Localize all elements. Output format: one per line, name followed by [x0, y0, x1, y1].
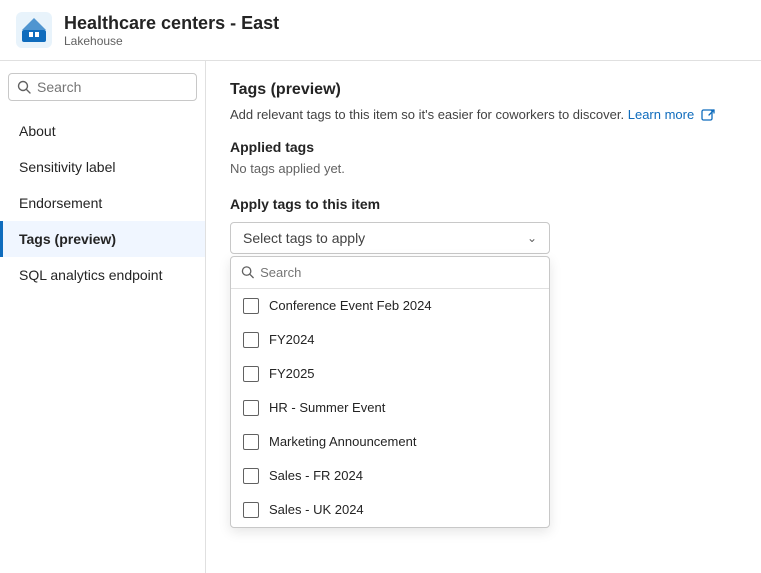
checkbox-5[interactable]	[243, 468, 259, 484]
checkbox-3[interactable]	[243, 400, 259, 416]
tags-dropdown-container: Select tags to apply ⌄ Conference Event …	[230, 222, 550, 254]
tag-label-5: Sales - FR 2024	[269, 468, 363, 483]
dropdown-list: Conference Event Feb 2024 FY2024 FY2025 HR …	[231, 289, 549, 527]
dropdown-search-icon	[241, 265, 254, 279]
sidebar-item-endorsement[interactable]: Endorsement	[0, 185, 205, 221]
checkbox-2[interactable]	[243, 366, 259, 382]
tag-label-6: Sales - UK 2024	[269, 502, 364, 517]
dropdown-item-5[interactable]: Sales - FR 2024	[231, 459, 549, 493]
page-subtitle: Lakehouse	[64, 34, 279, 48]
checkbox-1[interactable]	[243, 332, 259, 348]
external-link-icon	[701, 109, 715, 123]
dropdown-search-box[interactable]	[231, 257, 549, 289]
tag-label-0: Conference Event Feb 2024	[269, 298, 432, 313]
description-text: Add relevant tags to this item so it's e…	[230, 107, 624, 122]
app-icon	[16, 12, 52, 48]
main-layout: AboutSensitivity labelEndorsementTags (p…	[0, 61, 761, 573]
learn-more-link[interactable]: Learn more	[628, 107, 694, 122]
checkbox-0[interactable]	[243, 298, 259, 314]
tag-label-3: HR - Summer Event	[269, 400, 385, 415]
dropdown-item-6[interactable]: Sales - UK 2024	[231, 493, 549, 527]
header-text-group: Healthcare centers - East Lakehouse	[64, 13, 279, 48]
checkbox-6[interactable]	[243, 502, 259, 518]
dropdown-item-4[interactable]: Marketing Announcement	[231, 425, 549, 459]
tags-dropdown-panel: Conference Event Feb 2024 FY2024 FY2025 HR …	[230, 256, 550, 528]
section-title: Tags (preview)	[230, 81, 737, 99]
sidebar-search-input[interactable]	[37, 79, 188, 95]
dropdown-search-input[interactable]	[260, 265, 539, 280]
content-area: Tags (preview) Add relevant tags to this…	[206, 61, 761, 573]
sidebar-item-sensitivity-label[interactable]: Sensitivity label	[0, 149, 205, 185]
no-tags-text: No tags applied yet.	[230, 161, 737, 176]
apply-tags-title: Apply tags to this item	[230, 196, 737, 212]
section-description: Add relevant tags to this item so it's e…	[230, 107, 737, 123]
dropdown-item-2[interactable]: FY2025	[231, 357, 549, 391]
applied-tags-title: Applied tags	[230, 139, 737, 155]
sidebar-item-tags-preview[interactable]: Tags (preview)	[0, 221, 205, 257]
tag-label-4: Marketing Announcement	[269, 434, 416, 449]
tags-dropdown-trigger[interactable]: Select tags to apply ⌄	[230, 222, 550, 254]
dropdown-item-1[interactable]: FY2024	[231, 323, 549, 357]
sidebar: AboutSensitivity labelEndorsementTags (p…	[0, 61, 206, 573]
sidebar-search-box[interactable]	[8, 73, 197, 101]
sidebar-item-about[interactable]: About	[0, 113, 205, 149]
checkbox-4[interactable]	[243, 434, 259, 450]
dropdown-item-3[interactable]: HR - Summer Event	[231, 391, 549, 425]
page-title: Healthcare centers - East	[64, 13, 279, 34]
search-icon	[17, 80, 31, 94]
tag-label-1: FY2024	[269, 332, 315, 347]
tag-label-2: FY2025	[269, 366, 315, 381]
page-header: Healthcare centers - East Lakehouse	[0, 0, 761, 61]
dropdown-item-0[interactable]: Conference Event Feb 2024	[231, 289, 549, 323]
dropdown-placeholder-text: Select tags to apply	[243, 230, 365, 246]
sidebar-item-sql-analytics-endpoint[interactable]: SQL analytics endpoint	[0, 257, 205, 293]
chevron-down-icon: ⌄	[527, 231, 537, 245]
sidebar-nav: AboutSensitivity labelEndorsementTags (p…	[0, 113, 205, 293]
